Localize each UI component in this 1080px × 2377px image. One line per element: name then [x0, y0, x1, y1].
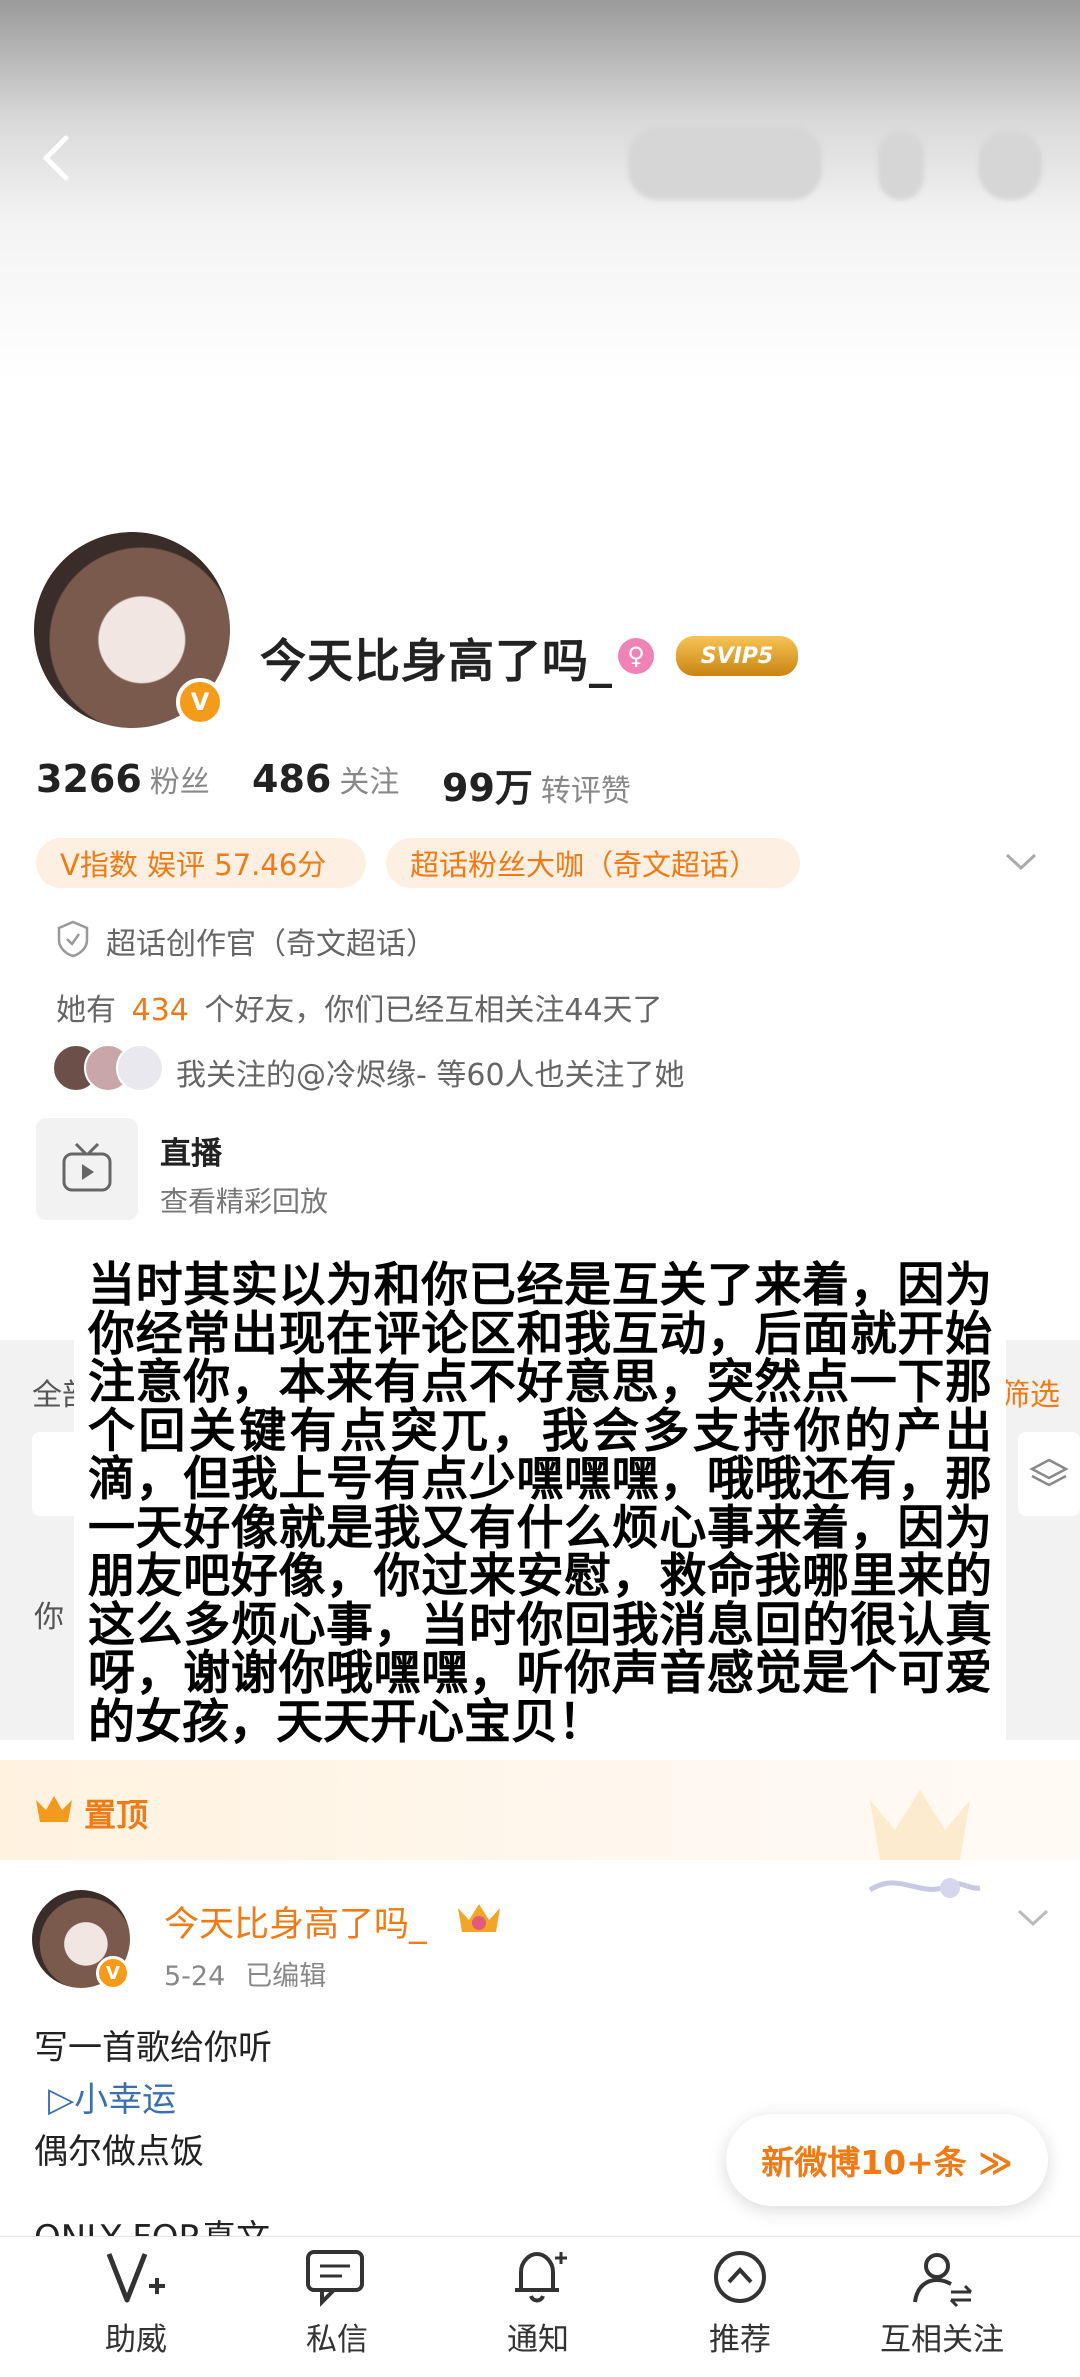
tab-mutual-follow[interactable]: 互相关注 [872, 2246, 1012, 2359]
back-icon[interactable] [28, 128, 88, 188]
post-text-partial: ONLY FOR真文 [34, 2210, 270, 2236]
post-author[interactable]: 今天比身高了吗_ [164, 1896, 427, 1947]
chevron-down-icon[interactable] [1004, 850, 1038, 874]
mutual-follow-icon [913, 2253, 973, 2308]
blurred-more-icon[interactable] [978, 130, 1042, 200]
layers-icon [1029, 1458, 1069, 1487]
new-posts-button[interactable]: 新微博10+条 ≫ [726, 2114, 1048, 2206]
v-index-tag[interactable]: V指数 娱评 57.46分 [36, 838, 366, 888]
message-icon [306, 2250, 364, 2307]
post-verified-icon: V [96, 1956, 130, 1990]
music-link[interactable]: ▷小幸运 [48, 2072, 176, 2121]
post-text-line: 偶尔做点饭 [34, 2132, 204, 2172]
cheer-v-icon [106, 2253, 165, 2303]
layers-button[interactable] [1018, 1432, 1080, 1516]
overlay-message: 当时其实以为和你已经是互关了来着，因为你经常出现在评论区和我互动，后面就开始注意… [74, 1254, 1006, 1746]
live-icon-box[interactable] [36, 1118, 138, 1220]
crown-icon [36, 1796, 72, 1822]
svip-badge[interactable]: SVIP5 [676, 636, 798, 676]
live-title[interactable]: 直播 [160, 1128, 222, 1173]
friends-line: 她有 434 个好友，你们已经互相关注44天了 [56, 993, 663, 1028]
tab-cheer[interactable]: 助威 [66, 2246, 206, 2359]
profile-username: 今天比身高了吗_ [260, 634, 613, 688]
pinned-label: 置顶 [84, 1796, 149, 1834]
crown-badge-icon [458, 1904, 500, 1932]
mutual-avatars [52, 1044, 164, 1092]
tv-icon [62, 1142, 112, 1192]
stat-fans[interactable]: 3266 粉丝 [36, 757, 210, 801]
verified-icon: V [176, 678, 224, 726]
bell-icon [515, 2251, 567, 2303]
hint-fragment: 你 [34, 1600, 64, 1635]
shield-icon [57, 920, 89, 958]
tab-recommend[interactable]: 推荐 [670, 2246, 810, 2359]
female-icon: ♀ [618, 638, 654, 674]
profile-cover [0, 0, 1080, 520]
tab-notifications[interactable]: 通知 [468, 2246, 608, 2359]
live-subtitle: 查看精彩回放 [160, 1185, 329, 1218]
crown-decoration-icon [868, 1790, 981, 1898]
blurred-header-button[interactable] [628, 126, 822, 200]
recommend-icon [714, 2251, 766, 2303]
stat-interactions[interactable]: 99万 转评赞 [442, 757, 631, 812]
stat-following[interactable]: 486 关注 [252, 757, 399, 801]
mutual-line[interactable]: 我关注的@冷烬缘- 等60人也关注了她 [176, 1050, 685, 1094]
post-menu-chevron-icon[interactable] [1016, 1906, 1050, 1930]
blurred-header-icon[interactable] [878, 130, 924, 200]
filter-button[interactable]: 筛选 [1000, 1370, 1060, 1414]
post-text-line: 写一首歌给你听 [34, 2028, 272, 2068]
post-meta: 5-24 已编辑 [164, 1961, 327, 1992]
tab-messages[interactable]: 私信 [267, 2246, 407, 2359]
creator-line[interactable]: 超话创作官（奇文超话） [106, 919, 436, 963]
super-fan-tag[interactable]: 超话粉丝大咖（奇文超话） [386, 838, 800, 888]
